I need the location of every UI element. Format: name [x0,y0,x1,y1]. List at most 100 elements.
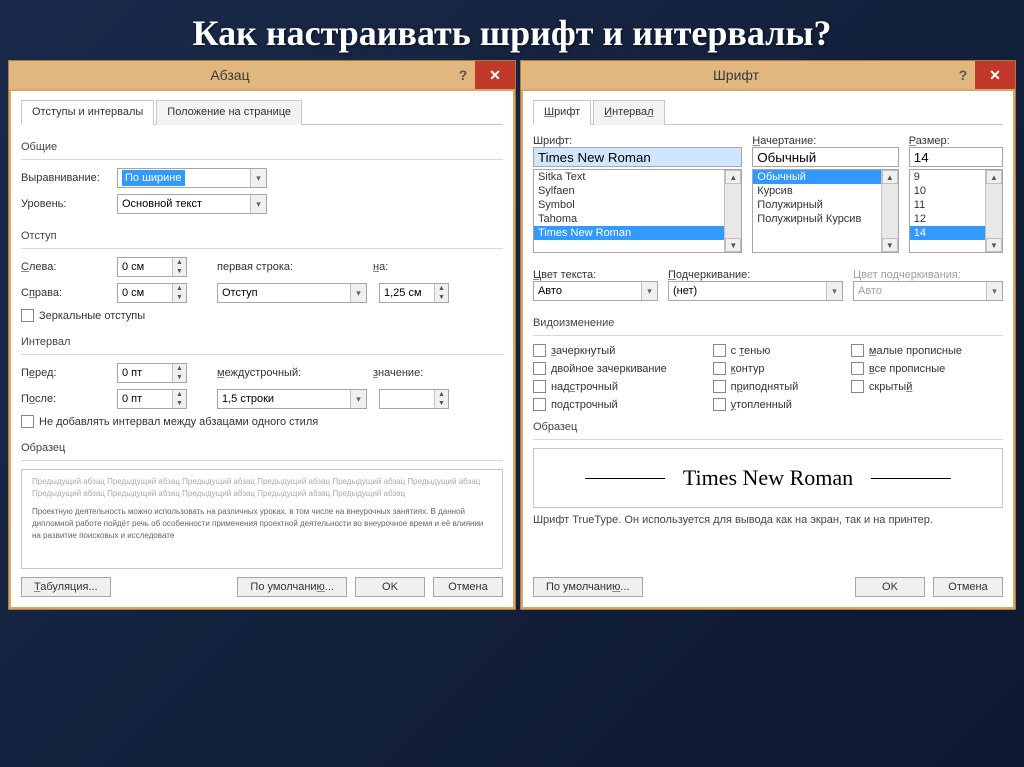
input-size[interactable] [909,147,1003,167]
check-engrave[interactable]: утопленный [713,398,851,411]
spin-indent-right[interactable]: ▲▼ [117,283,187,303]
font-desc: Шрифт TrueType. Он используется для выво… [533,514,1003,526]
scroll-down-icon[interactable]: ▼ [882,238,898,252]
label-at: значение: [373,367,423,379]
label-font: Шрифт: [533,135,572,147]
paragraph-dialog: Абзац ? ✕ Отступы и интервалы Положение … [8,60,516,610]
combo-level[interactable]: Основной текст▾ [117,194,267,214]
help-button[interactable]: ? [951,67,975,83]
font-titlebar: Шрифт ? ✕ [521,61,1015,89]
check-outline[interactable]: контур [713,362,851,375]
chevron-down-icon: ▾ [826,282,842,300]
list-item[interactable]: 10 [910,184,986,198]
list-size[interactable]: ▲ 9 10 11 12 14 ▼ [909,169,1003,253]
font-tabstrip: Шрифт Интервал [533,99,1003,125]
label-level: Уровень: [21,198,111,210]
list-font[interactable]: ▲ Sitka Text Sylfaen Symbol Tahoma Times… [533,169,742,253]
combo-underline[interactable]: (нет)▾ [668,281,843,301]
paragraph-preview: Предыдущий абзац Предыдущий абзац Предыд… [21,469,503,569]
group-effects: Видоизменение [533,317,1003,329]
list-item[interactable]: Полужирный [753,198,882,212]
group-indent: Отступ [21,230,503,242]
tabs-button[interactable]: Табуляция... [21,577,111,597]
font-preview: Times New Roman [533,448,1003,508]
check-strikethrough[interactable]: зачеркнутый [533,344,713,357]
spin-at[interactable]: ▲▼ [379,389,449,409]
list-item[interactable]: Symbol [534,198,725,212]
label-style: Начертание: [752,135,816,147]
tab-charspacing[interactable]: Интервал [593,100,664,125]
list-item[interactable]: Sylfaen [534,184,725,198]
label-linespacing: междустрочный: [217,367,337,379]
list-item[interactable]: Курсив [753,184,882,198]
check-dblstrike[interactable]: двойное зачеркивание [533,362,713,375]
list-item[interactable]: Sitka Text [534,170,725,184]
help-button[interactable]: ? [451,67,475,83]
default-button[interactable]: По умолчанию... [237,577,347,597]
input-fontname[interactable] [533,147,742,167]
cancel-button[interactable]: Отмена [433,577,503,597]
check-hidden[interactable]: скрытый [851,380,1003,393]
label-indent-left: Слева: [21,261,111,273]
check-superscript[interactable]: надстрочный [533,380,713,393]
default-button[interactable]: По умолчанию... [533,577,643,597]
label-before: Перед: [21,367,111,379]
scroll-up-icon[interactable]: ▲ [882,170,898,184]
check-allcaps[interactable]: все прописные [851,362,1003,375]
check-shadow[interactable]: с тенью [713,344,851,357]
check-emboss[interactable]: приподнятый [713,380,851,393]
scroll-up-icon[interactable]: ▲ [986,170,1002,184]
list-item[interactable]: 11 [910,198,986,212]
font-dialog-title: Шрифт [521,67,951,83]
check-mirror-indents[interactable]: Зеркальные отступы [21,309,145,322]
chevron-down-icon: ▾ [250,195,266,213]
list-item[interactable]: Обычный [753,170,882,184]
list-item[interactable]: Times New Roman [534,226,725,240]
spin-by[interactable]: ▲▼ [379,283,449,303]
tab-font[interactable]: Шрифт [533,100,591,125]
close-button[interactable]: ✕ [975,61,1015,89]
ok-button[interactable]: OK [355,577,425,597]
chevron-down-icon: ▾ [641,282,657,300]
combo-firstline[interactable]: Отступ▾ [217,283,367,303]
list-item[interactable]: Полужирный Курсив [753,212,882,226]
scroll-down-icon[interactable]: ▼ [725,238,741,252]
combo-textcolor[interactable]: Авто▾ [533,281,658,301]
chevron-down-icon: ▾ [250,169,266,187]
list-item[interactable]: Tahoma [534,212,725,226]
paragraph-titlebar: Абзац ? ✕ [9,61,515,89]
combo-linespacing[interactable]: 1,5 строки▾ [217,389,367,409]
tab-indents[interactable]: Отступы и интервалы [21,100,154,125]
group-general: Общие [21,141,503,153]
list-style[interactable]: ▲ Обычный Курсив Полужирный Полужирный К… [752,169,899,253]
combo-ulcolor: Авто▾ [853,281,1003,301]
spin-indent-left[interactable]: ▲▼ [117,257,187,277]
tab-pageposition[interactable]: Положение на странице [156,100,302,125]
chevron-down-icon: ▾ [350,390,366,408]
slide-title: Как настраивать шрифт и интервалы? [0,0,1024,60]
chevron-down-icon: ▾ [986,282,1002,300]
label-ulcolor: Цвет подчеркивания: [853,269,961,281]
paragraph-title: Абзац [9,67,451,83]
ok-button[interactable]: OK [855,577,925,597]
combo-alignment[interactable]: По ширине▾ [117,168,267,188]
label-by: на: [373,261,388,273]
list-item[interactable]: 9 [910,170,986,184]
font-dialog: Шрифт ? ✕ Шрифт Интервал Шрифт: ▲ Sitka … [520,60,1016,610]
list-item[interactable]: 12 [910,212,986,226]
spin-after[interactable]: ▲▼ [117,389,187,409]
check-samestyle[interactable]: Не добавлять интервал между абзацами одн… [21,415,318,428]
spin-before[interactable]: ▲▼ [117,363,187,383]
check-subscript[interactable]: подстрочный [533,398,713,411]
label-size: Размер: [909,135,950,147]
group-sample: Образец [533,421,1003,433]
check-smallcaps[interactable]: малые прописные [851,344,1003,357]
list-item[interactable]: 14 [910,226,986,240]
chevron-down-icon: ▾ [350,284,366,302]
close-button[interactable]: ✕ [475,61,515,89]
scroll-up-icon[interactable]: ▲ [725,170,741,184]
input-style[interactable] [752,147,899,167]
label-underline: Подчеркивание: [668,269,750,281]
scroll-down-icon[interactable]: ▼ [986,238,1002,252]
cancel-button[interactable]: Отмена [933,577,1003,597]
